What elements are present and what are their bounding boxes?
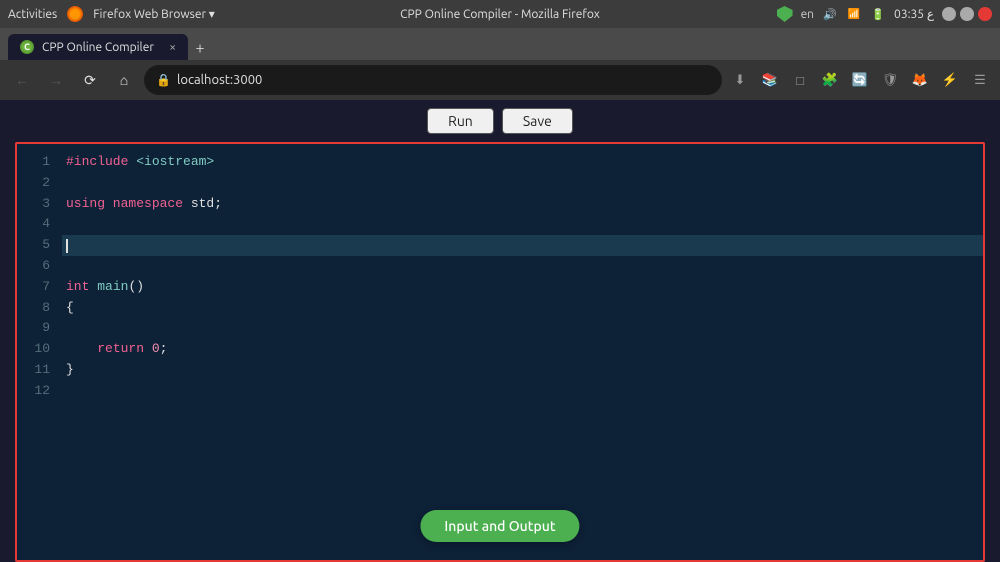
lang-indicator: en bbox=[801, 8, 814, 21]
sync-icon[interactable]: 🔄 bbox=[848, 68, 872, 92]
tab-close-button[interactable]: × bbox=[169, 41, 176, 54]
url-display: localhost:3000 bbox=[177, 73, 710, 87]
url-bar[interactable]: 🔒 localhost:3000 bbox=[144, 65, 722, 95]
line-num-8: 8 bbox=[17, 298, 50, 319]
tab-bar: C CPP Online Compiler × + bbox=[8, 28, 992, 60]
volume-icon[interactable]: 🔊 bbox=[822, 6, 838, 22]
extensions-icon[interactable]: ⚡ bbox=[938, 68, 962, 92]
page-content: Run Save 1 2 3 4 5 6 7 8 9 10 11 12 bbox=[0, 100, 1000, 562]
lock-icon: 🔒 bbox=[156, 73, 171, 87]
code-line-8: { bbox=[62, 298, 983, 319]
activities-button[interactable]: Activities bbox=[8, 8, 57, 21]
line-numbers: 1 2 3 4 5 6 7 8 9 10 11 12 bbox=[17, 144, 62, 560]
downloads-icon[interactable]: ⬇ bbox=[728, 68, 752, 92]
window-title: CPP Online Compiler - Mozilla Firefox bbox=[400, 8, 600, 21]
header-iostream: <iostream> bbox=[136, 152, 214, 173]
semicolon: ; bbox=[160, 339, 168, 360]
line-num-11: 11 bbox=[17, 360, 50, 381]
code-line-3: using namespace std; bbox=[62, 194, 983, 215]
new-tab-button[interactable]: + bbox=[188, 36, 212, 60]
forward-button[interactable]: → bbox=[42, 66, 70, 94]
network-icon[interactable]: 📶 bbox=[846, 6, 862, 22]
shield-icon bbox=[777, 6, 793, 22]
editor-wrapper: 1 2 3 4 5 6 7 8 9 10 11 12 #include <ios… bbox=[15, 142, 985, 562]
keyword-return: return bbox=[97, 339, 152, 360]
code-line-12 bbox=[62, 381, 983, 402]
screenshot-icon[interactable]: □ bbox=[788, 68, 812, 92]
line-num-1: 1 bbox=[17, 152, 50, 173]
container-icon[interactable]: 🦊 bbox=[908, 68, 932, 92]
keyword-include: #include bbox=[66, 152, 136, 173]
code-line-7: int main() bbox=[62, 277, 983, 298]
brace-open: { bbox=[66, 298, 74, 319]
literal-zero: 0 bbox=[152, 339, 160, 360]
window-controls bbox=[942, 7, 992, 21]
paren-open: () bbox=[128, 277, 144, 298]
os-topbar-left: Activities Firefox Web Browser ▾ bbox=[8, 6, 215, 22]
line-num-12: 12 bbox=[17, 381, 50, 402]
reload-button[interactable]: ⟳ bbox=[76, 66, 104, 94]
browser-menu-label[interactable]: Firefox Web Browser ▾ bbox=[93, 7, 215, 21]
nav-bar: ← → ⟳ ⌂ 🔒 localhost:3000 ⬇ 📚 □ 🧩 🔄 🛡 🦊 ⚡… bbox=[0, 60, 1000, 100]
code-line-10: return 0; bbox=[62, 339, 983, 360]
run-button[interactable]: Run bbox=[427, 108, 494, 134]
clock: 03:35 ع bbox=[894, 7, 934, 21]
code-line-2 bbox=[62, 173, 983, 194]
indent bbox=[66, 339, 97, 360]
browser-titlebar: C CPP Online Compiler × + bbox=[0, 28, 1000, 60]
code-line-11: } bbox=[62, 360, 983, 381]
os-tray: en 🔊 📶 🔋 03:35 ع bbox=[777, 6, 992, 22]
code-line-6 bbox=[62, 256, 983, 277]
home-button[interactable]: ⌂ bbox=[110, 66, 138, 94]
keyword-std: std; bbox=[191, 194, 222, 215]
code-content[interactable]: #include <iostream> using namespace std; bbox=[62, 144, 983, 560]
line-num-9: 9 bbox=[17, 318, 50, 339]
code-line-4 bbox=[62, 214, 983, 235]
line-num-4: 4 bbox=[17, 214, 50, 235]
code-line-5 bbox=[62, 235, 983, 256]
keyword-int: int bbox=[66, 277, 97, 298]
menu-icon[interactable]: ☰ bbox=[968, 68, 992, 92]
code-line-1: #include <iostream> bbox=[62, 152, 983, 173]
addons-icon[interactable]: 🧩 bbox=[818, 68, 842, 92]
text-cursor bbox=[66, 239, 68, 253]
code-line-9 bbox=[62, 318, 983, 339]
save-button[interactable]: Save bbox=[502, 108, 573, 134]
os-topbar: Activities Firefox Web Browser ▾ CPP Onl… bbox=[0, 0, 1000, 28]
win-close[interactable] bbox=[978, 7, 992, 21]
firefox-icon bbox=[67, 6, 83, 22]
code-toolbar: Run Save bbox=[0, 100, 1000, 142]
shield-browser-icon[interactable]: 🛡 bbox=[878, 68, 902, 92]
io-button[interactable]: Input and Output bbox=[420, 510, 579, 542]
func-main: main bbox=[97, 277, 128, 298]
win-maximize[interactable] bbox=[960, 7, 974, 21]
brace-close: } bbox=[66, 360, 74, 381]
line-num-2: 2 bbox=[17, 173, 50, 194]
line-num-5: 5 bbox=[17, 235, 50, 256]
io-button-container: Input and Output bbox=[420, 510, 579, 542]
battery-icon[interactable]: 🔋 bbox=[870, 6, 886, 22]
line-num-7: 7 bbox=[17, 277, 50, 298]
nav-right-icons: ⬇ 📚 □ 🧩 🔄 🛡 🦊 ⚡ ☰ bbox=[728, 68, 992, 92]
code-editor[interactable]: 1 2 3 4 5 6 7 8 9 10 11 12 #include <ios… bbox=[17, 144, 983, 560]
keyword-using: using namespace bbox=[66, 194, 191, 215]
tab-label: CPP Online Compiler bbox=[42, 41, 161, 54]
back-button[interactable]: ← bbox=[8, 66, 36, 94]
line-num-6: 6 bbox=[17, 256, 50, 277]
bookmarks-icon[interactable]: 📚 bbox=[758, 68, 782, 92]
line-num-3: 3 bbox=[17, 194, 50, 215]
tab-favicon: C bbox=[20, 40, 34, 54]
win-minimize[interactable] bbox=[942, 7, 956, 21]
line-num-10: 10 bbox=[17, 339, 50, 360]
active-tab[interactable]: C CPP Online Compiler × bbox=[8, 34, 188, 60]
